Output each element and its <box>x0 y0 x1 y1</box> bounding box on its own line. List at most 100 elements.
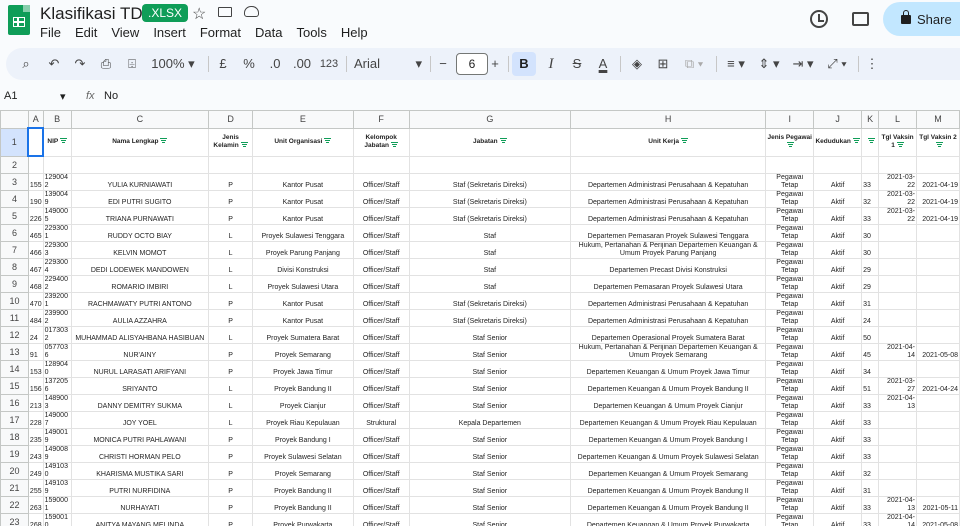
row-header[interactable]: 6 <box>0 224 29 242</box>
row-header[interactable]: 21 <box>0 479 29 497</box>
cell-kedudukan[interactable]: Aktif <box>813 343 863 361</box>
cell-jabatan[interactable]: Staf <box>408 275 572 293</box>
strikethrough-button[interactable]: S <box>566 48 588 80</box>
cell-tgl-vaksin-1[interactable] <box>878 292 918 310</box>
text-rotation-icon[interactable]: ⤢ ▾ <box>822 48 852 80</box>
filter-icon[interactable] <box>896 142 904 148</box>
filter-icon[interactable] <box>60 138 68 144</box>
cell-nip[interactable]: 2293003 <box>42 241 72 259</box>
formula-input[interactable]: No <box>104 90 118 102</box>
cell-jenis-kelamin[interactable]: L <box>208 275 254 293</box>
cell-tgl-vaksin-1[interactable] <box>878 275 918 293</box>
cell-kelompok-jabatan[interactable]: Officer/Staff <box>352 462 410 480</box>
cell-row-number[interactable]: 268 <box>27 513 44 526</box>
cell-kelompok-jabatan[interactable]: Officer/Staff <box>352 513 410 526</box>
column-header-h[interactable]: H <box>570 110 767 129</box>
cell-tgl-vaksin-1[interactable]: 2021-04-13 <box>878 394 918 412</box>
comments-icon[interactable] <box>852 12 869 26</box>
cell-nip[interactable]: 1490007 <box>42 411 72 429</box>
cell-row-number[interactable]: 467 <box>27 258 44 276</box>
cell-kedudukan[interactable]: Aktif <box>813 292 863 310</box>
cell-jenis-kelamin[interactable]: P <box>208 479 254 497</box>
cell-tgl-vaksin-2[interactable] <box>916 326 960 344</box>
cell-jenis-kelamin[interactable]: L <box>208 411 254 429</box>
cell-kedudukan[interactable]: Aktif <box>813 479 863 497</box>
column-header-d[interactable]: D <box>208 110 254 129</box>
cell-kelompok-jabatan[interactable]: Officer/Staff <box>352 428 410 446</box>
cell-jenis-pegawai[interactable]: Pegawai Tetap <box>765 190 815 208</box>
cell-jenis-pegawai[interactable]: Pegawai Tetap <box>765 343 815 361</box>
cell-jenis-kelamin[interactable]: P <box>208 496 254 514</box>
cell-jenis-kelamin[interactable]: P <box>208 173 254 191</box>
row-header[interactable]: 3 <box>0 173 29 191</box>
cell-tgl-vaksin-2[interactable] <box>916 445 960 463</box>
currency-format-button[interactable]: £ <box>214 48 232 80</box>
cell-tgl-vaksin-1[interactable]: 2021-03-27 <box>878 377 918 395</box>
cell-tgl-vaksin-2[interactable]: 2021-05-08 <box>916 343 960 361</box>
italic-button[interactable]: I <box>540 48 562 80</box>
cell-jenis-kelamin[interactable]: P <box>208 462 254 480</box>
cell-tgl-vaksin-2[interactable] <box>916 309 960 327</box>
cell-unit-organisasi[interactable]: Proyek Purwakarta <box>252 513 354 526</box>
cell-nip[interactable]: 1489003 <box>42 394 72 412</box>
column-header-k[interactable]: K <box>861 110 880 129</box>
filter-icon[interactable] <box>867 138 875 144</box>
menu-format[interactable]: Format <box>200 25 241 40</box>
cell-unit-organisasi[interactable]: Kantor Pusat <box>252 292 354 310</box>
cell-nama-lengkap[interactable]: KELVIN MOMOT <box>70 241 210 259</box>
cell-nama-lengkap[interactable]: NURUL LARASATI ARIFYANI <box>70 360 210 378</box>
column-header-a[interactable]: A <box>27 110 44 129</box>
cell-k-value[interactable]: 29 <box>861 258 880 276</box>
cell-k-value[interactable]: 33 <box>861 513 880 526</box>
cell-k-value[interactable]: 33 <box>861 394 880 412</box>
more-options-icon[interactable]: ⋮ <box>864 48 880 80</box>
cell-unit-kerja[interactable]: Departemen Pemasaran Proyek Sulawesi Ten… <box>570 224 767 242</box>
filter-icon[interactable] <box>240 142 248 148</box>
cell-kelompok-jabatan[interactable]: Struktural <box>352 411 410 429</box>
cell-jabatan[interactable]: Staf <box>408 241 572 259</box>
version-history-icon[interactable] <box>810 10 828 28</box>
row-header[interactable]: 13 <box>0 343 29 361</box>
cell-jenis-kelamin[interactable]: P <box>208 207 254 225</box>
cell-nama-lengkap[interactable]: JOY YOEL <box>70 411 210 429</box>
column-header-f[interactable]: F <box>352 110 410 129</box>
row-header[interactable]: 10 <box>0 292 29 310</box>
cell-k-value[interactable]: 51 <box>861 377 880 395</box>
cell-unit-organisasi[interactable]: Proyek Sulawesi Tenggara <box>252 224 354 242</box>
cell-row-number[interactable]: 249 <box>27 462 44 480</box>
cell-jenis-pegawai[interactable]: Pegawai Tetap <box>765 496 815 514</box>
cell-unit-kerja[interactable]: Hukum, Pertanahan & Perijinan Departemen… <box>570 343 767 361</box>
cell-jenis-kelamin[interactable]: P <box>208 190 254 208</box>
cell-unit-kerja[interactable]: Departemen Administrasi Perusahaan & Kep… <box>570 309 767 327</box>
row-header[interactable]: 17 <box>0 411 29 429</box>
cell-jabatan[interactable]: Staf Senior <box>408 496 572 514</box>
cell-kelompok-jabatan[interactable]: Officer/Staff <box>352 190 410 208</box>
cell-row-number[interactable]: 190 <box>27 190 44 208</box>
merge-cells-icon[interactable]: ⧉ ▾ <box>678 48 710 80</box>
cell-unit-kerja[interactable]: Departemen Administrasi Perusahaan & Kep… <box>570 190 767 208</box>
cell-row-number[interactable]: 213 <box>27 394 44 412</box>
cell-jenis-pegawai[interactable]: Pegawai Tetap <box>765 513 815 526</box>
cell-jenis-pegawai[interactable]: Pegawai Tetap <box>765 428 815 446</box>
cell-nama-lengkap[interactable]: ROMARIO IMBIRI <box>70 275 210 293</box>
row-header[interactable]: 8 <box>0 258 29 276</box>
cell-kedudukan[interactable]: Aktif <box>813 394 863 412</box>
cell-nip[interactable]: 2293004 <box>42 258 72 276</box>
cell-jabatan[interactable]: Staf Senior <box>408 360 572 378</box>
cell-nip[interactable]: 1491030 <box>42 462 72 480</box>
cell-jabatan[interactable]: Staf <box>408 224 572 242</box>
cell-row-number[interactable]: 156 <box>27 377 44 395</box>
cell-kelompok-jabatan[interactable]: Officer/Staff <box>352 445 410 463</box>
filter-icon[interactable] <box>681 138 688 144</box>
cell-nama-lengkap[interactable]: EDI PUTRI SUGITO <box>70 190 210 208</box>
cell-kedudukan[interactable]: Aktif <box>813 224 863 242</box>
cell-jenis-pegawai[interactable]: Pegawai Tetap <box>765 258 815 276</box>
percent-format-button[interactable]: % <box>240 48 258 80</box>
cell-tgl-vaksin-2[interactable]: 2021-05-11 <box>916 496 960 514</box>
cell-unit-organisasi[interactable]: Proyek Bandung II <box>252 377 354 395</box>
sheets-logo-icon[interactable] <box>8 5 30 35</box>
cell-tgl-vaksin-2[interactable] <box>916 275 960 293</box>
cell-nama-lengkap[interactable]: NURHAYATI <box>70 496 210 514</box>
cell-unit-kerja[interactable]: Departemen Administrasi Perusahaan & Kep… <box>570 207 767 225</box>
text-wrapping-icon[interactable]: ⇥ ▾ <box>788 48 818 80</box>
